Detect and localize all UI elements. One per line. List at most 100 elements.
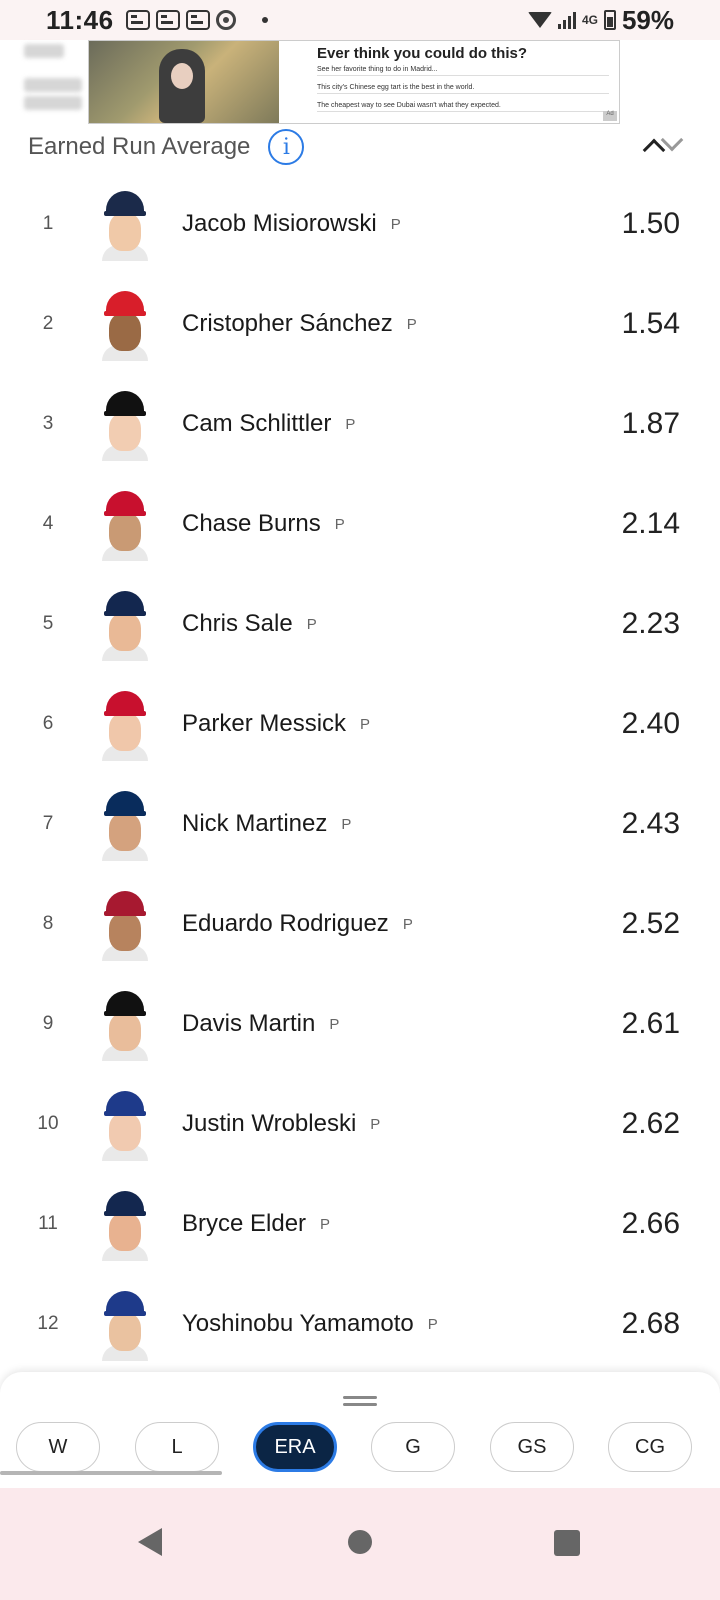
stat-tab-g[interactable]: G: [371, 1422, 455, 1472]
player-rank: 5: [42, 613, 54, 634]
player-name[interactable]: Davis Martin: [182, 1010, 315, 1038]
tab-scroll-indicator: [0, 1471, 222, 1475]
recent-apps-icon[interactable]: [554, 1530, 580, 1556]
player-name[interactable]: Yoshinobu Yamamoto: [182, 1310, 414, 1338]
player-era: 2.52: [621, 907, 680, 940]
player-headshot[interactable]: [98, 787, 152, 861]
player-headshot[interactable]: [98, 1087, 152, 1161]
player-headshot[interactable]: [98, 887, 152, 961]
ad-title[interactable]: Ever think you could do this?: [317, 45, 609, 62]
player-rank: 9: [42, 1013, 54, 1034]
player-row[interactable]: 6 Parker Messick P 2.40: [0, 674, 720, 774]
player-name[interactable]: Cristopher Sánchez: [182, 310, 393, 338]
player-name[interactable]: Eduardo Rodriguez: [182, 910, 389, 938]
player-rank: 6: [42, 713, 54, 734]
player-row[interactable]: 12 Yoshinobu Yamamoto P 2.68: [0, 1274, 720, 1374]
player-era: 2.61: [621, 1007, 680, 1040]
player-name[interactable]: Bryce Elder: [182, 1210, 306, 1238]
player-headshot[interactable]: [98, 487, 152, 561]
ad-line[interactable]: See her favorite thing to do in Madrid..…: [317, 66, 609, 76]
player-row[interactable]: 4 Chase Burns P 2.14: [0, 474, 720, 574]
player-row[interactable]: 10 Justin Wrobleski P 2.62: [0, 1074, 720, 1174]
player-headshot[interactable]: [98, 1187, 152, 1261]
player-rank: 11: [38, 1213, 58, 1234]
player-position: P: [360, 715, 371, 733]
player-name[interactable]: Nick Martinez: [182, 810, 327, 838]
player-row[interactable]: 2 Cristopher Sánchez P 1.54: [0, 274, 720, 374]
wifi-icon: [527, 12, 552, 28]
section-title: Earned Run Average: [28, 133, 251, 160]
ad-banner[interactable]: Ever think you could do this? See her fa…: [88, 40, 620, 124]
stat-tabs-sheet: W L ERA G GS CG: [0, 1372, 720, 1488]
player-row[interactable]: 3 Cam Schlittler P 1.87: [0, 374, 720, 474]
section-header: Earned Run Average i: [0, 126, 720, 168]
player-name[interactable]: Justin Wrobleski: [182, 1110, 356, 1138]
player-headshot[interactable]: [98, 687, 152, 761]
player-name[interactable]: Chase Burns: [182, 510, 321, 538]
player-name[interactable]: Chris Sale: [182, 610, 293, 638]
stat-tab-gs[interactable]: GS: [490, 1422, 574, 1472]
stat-tab-era[interactable]: ERA: [253, 1422, 337, 1472]
player-rank: 8: [42, 913, 54, 934]
player-position: P: [320, 1215, 331, 1233]
player-rank: 2: [42, 313, 54, 334]
stat-tab-l[interactable]: L: [135, 1422, 219, 1472]
ad-banner-area: Ever think you could do this? See her fa…: [0, 40, 720, 126]
player-rank: 12: [37, 1313, 59, 1334]
player-position: P: [345, 415, 356, 433]
player-row[interactable]: 1 Jacob Misiorowski P 1.50: [0, 174, 720, 274]
player-name[interactable]: Jacob Misiorowski: [182, 210, 377, 238]
player-era: 1.54: [621, 307, 680, 340]
ad-text[interactable]: Ever think you could do this? See her fa…: [279, 41, 619, 123]
news-icon: [125, 10, 150, 30]
player-row[interactable]: 11 Bryce Elder P 2.66: [0, 1174, 720, 1274]
ad-line[interactable]: The cheapest way to see Dubai wasn't wha…: [317, 102, 609, 112]
player-name[interactable]: Cam Schlittler: [182, 410, 331, 438]
player-row[interactable]: 7 Nick Martinez P 2.43: [0, 774, 720, 874]
player-headshot[interactable]: [98, 587, 152, 661]
stat-tab-w[interactable]: W: [16, 1422, 100, 1472]
player-rank: 10: [37, 1113, 59, 1134]
player-position: P: [329, 1015, 340, 1033]
ad-image[interactable]: [89, 41, 279, 123]
player-era: 2.43: [621, 807, 680, 840]
player-era: 1.50: [621, 207, 680, 240]
player-row[interactable]: 5 Chris Sale P 2.23: [0, 574, 720, 674]
ad-badge[interactable]: Ad: [603, 111, 617, 121]
player-name[interactable]: Parker Messick: [182, 710, 346, 738]
player-position: P: [341, 815, 352, 833]
leaderboard-list: 1 Jacob Misiorowski P 1.50 2 Cristopher …: [0, 174, 720, 1374]
more-notifications-dot-icon: [261, 17, 268, 23]
chrome-icon: [215, 10, 236, 30]
signal-icon: [557, 11, 576, 29]
system-nav-bar: [0, 1488, 720, 1600]
info-icon[interactable]: i: [268, 129, 305, 165]
back-icon[interactable]: [138, 1528, 162, 1556]
stat-tab-bar: W L ERA G GS CG: [16, 1422, 720, 1474]
sort-toggle[interactable]: [642, 128, 684, 162]
player-row[interactable]: 8 Eduardo Rodriguez P 2.52: [0, 874, 720, 974]
player-era: 2.40: [621, 707, 680, 740]
status-right: 4G 59%: [527, 5, 674, 36]
battery-icon: [603, 10, 616, 30]
player-position: P: [406, 315, 417, 333]
status-time: 11:46: [46, 4, 114, 35]
blurred-content: [24, 40, 86, 126]
player-rank: 7: [42, 813, 54, 834]
player-headshot[interactable]: [98, 187, 152, 261]
player-headshot[interactable]: [98, 987, 152, 1061]
news-icon: [185, 10, 210, 30]
player-position: P: [390, 215, 401, 233]
player-headshot[interactable]: [98, 387, 152, 461]
player-position: P: [370, 1115, 381, 1133]
player-era: 1.87: [621, 407, 680, 440]
player-row[interactable]: 9 Davis Martin P 2.61: [0, 974, 720, 1074]
stat-tab-cg[interactable]: CG: [608, 1422, 692, 1472]
news-icon: [155, 10, 180, 30]
player-era: 2.66: [621, 1207, 680, 1240]
home-icon[interactable]: [348, 1530, 372, 1554]
player-headshot[interactable]: [98, 1287, 152, 1361]
drag-handle-icon[interactable]: [343, 1396, 377, 1406]
ad-line[interactable]: This city's Chinese egg tart is the best…: [317, 84, 609, 94]
player-headshot[interactable]: [98, 287, 152, 361]
